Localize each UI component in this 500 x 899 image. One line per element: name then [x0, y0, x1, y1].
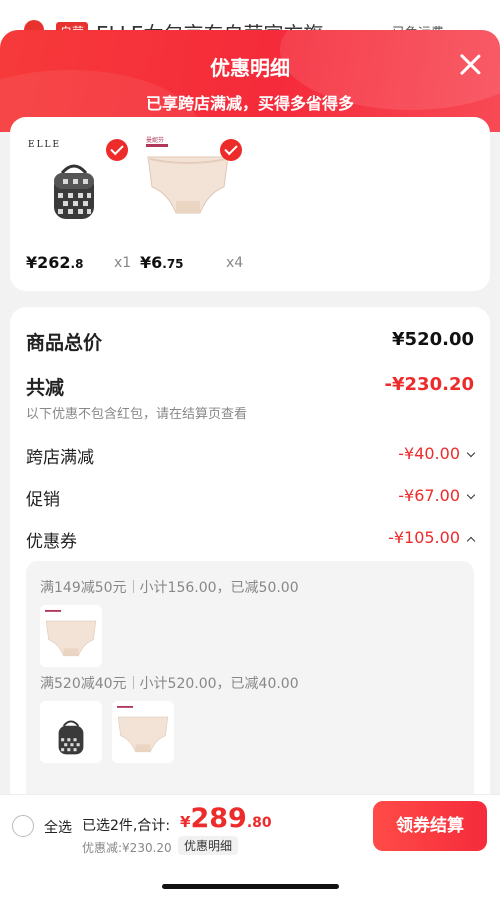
product-check-icon[interactable] — [220, 139, 242, 161]
coupon-product-thumb[interactable] — [112, 701, 174, 763]
cross-store-discount-label: 跨店满减 — [26, 448, 94, 468]
coupon-label: 优惠券 — [26, 532, 77, 552]
product-brand-logo: ELLE — [28, 140, 61, 150]
select-all-label[interactable]: 全选 — [44, 817, 72, 837]
discount-amount-text: 优惠减:¥230.20 — [82, 841, 172, 855]
products-card: ELLE 曼妮芬 ¥262.8 x1 ¥6.75 x4 — [10, 117, 490, 291]
coupon-product-thumb[interactable] — [40, 605, 102, 667]
promotion-toggle[interactable]: -¥67.00 — [398, 486, 476, 505]
total-discount-label: 共减 — [26, 377, 65, 399]
coupon-details: 满149减50元 小计156.00，已减50.00 满520减40元 小计520.0… — [26, 561, 474, 807]
coupon-rule: 满149减50元 小计156.00，已减50.00 — [40, 580, 299, 596]
backpack-image — [58, 720, 84, 755]
product-quantity: x1 — [114, 255, 132, 271]
product-quantity: x4 — [226, 255, 244, 271]
checkout-bar: 全选 已选2件,合计: ¥289.80 优惠减:¥230.20 优惠明细 领券结… — [0, 794, 500, 899]
cross-store-discount-toggle[interactable]: -¥40.00 — [398, 444, 476, 463]
sheet-subtitle: 已享跨店满减，买得多省得多 — [145, 94, 354, 113]
selected-count-text: 已选2件,合计: — [82, 818, 171, 834]
underwear-image — [116, 705, 169, 753]
product-price: ¥6.75 — [140, 253, 184, 272]
promotion-label: 促销 — [26, 490, 60, 510]
total-price-label: 商品总价 — [26, 332, 103, 354]
close-icon[interactable] — [458, 52, 482, 76]
price-summary-card: 商品总价 ¥520.00 共减 -¥230.20 以下优惠不包含红包，请在结算页… — [10, 307, 490, 807]
coupon-toggle[interactable]: -¥105.00 — [388, 528, 476, 547]
product-item[interactable]: 曼妮芬 — [138, 131, 242, 231]
chevron-down-icon — [466, 448, 476, 458]
chevron-down-icon — [466, 490, 476, 500]
checkout-button[interactable]: 领券结算 — [373, 801, 487, 851]
total-price-value: ¥520.00 — [392, 329, 474, 350]
product-item[interactable]: ELLE — [24, 131, 128, 231]
chevron-up-icon — [466, 536, 476, 546]
product-price: ¥262.8 — [26, 253, 84, 272]
coupon-rule: 满520减40元 小计520.00，已减40.00 — [40, 676, 299, 692]
discount-note: 以下优惠不包含红包，请在结算页查看 — [26, 407, 248, 422]
product-brand-logo: 曼妮芬 — [146, 136, 164, 144]
total-discount-value: -¥230.20 — [384, 374, 474, 395]
total-amount: ¥289.80 — [180, 803, 272, 834]
coupon-product-thumb[interactable] — [40, 701, 102, 763]
sheet-title: 优惠明细 — [210, 56, 290, 80]
product-check-icon[interactable] — [106, 139, 128, 161]
select-all-radio[interactable] — [12, 815, 34, 837]
home-indicator[interactable] — [162, 884, 339, 889]
discount-detail-button[interactable]: 优惠明细 — [178, 836, 239, 855]
underwear-image — [44, 609, 97, 657]
